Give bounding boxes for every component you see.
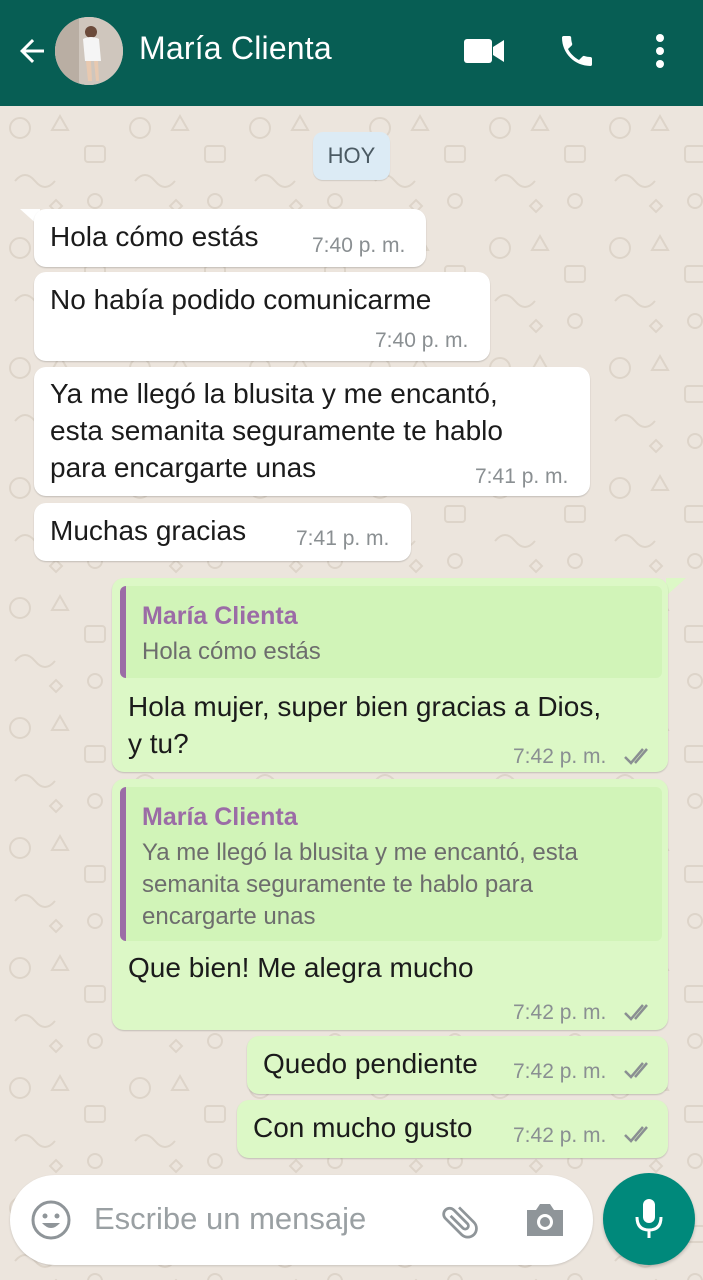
message-time: 7:42 p. m. (513, 745, 607, 768)
quoted-sender: María Clienta (142, 602, 298, 630)
quoted-line: encargarte unas (142, 903, 316, 930)
message-time: 7:41 p. m. (475, 465, 569, 488)
message-text: No había podido comunicarme (50, 284, 432, 315)
message-time: 7:40 p. m. (312, 234, 406, 257)
message-line: Hola mujer, super bien gracias a Dios, (128, 691, 602, 722)
quoted-message[interactable]: María Clienta Ya me llegó la blusita y m… (120, 787, 662, 941)
message-time: 7:41 p. m. (296, 527, 390, 550)
bubble-tail (666, 578, 686, 596)
arrow-left-icon[interactable] (14, 33, 50, 69)
chat-header: María Clienta (0, 0, 703, 106)
chat-area[interactable]: HOY Hola cómo estás 7:40 p. m. No había … (0, 106, 703, 1280)
message-line: esta semanita seguramente te hablo (50, 415, 503, 446)
video-call-icon[interactable] (462, 31, 506, 71)
message-incoming[interactable]: No había podido comunicarme 7:40 p. m. (34, 272, 490, 361)
double-check-icon (624, 1126, 648, 1143)
message-text: Hola cómo estás (50, 221, 259, 252)
camera-icon[interactable] (523, 1200, 567, 1240)
message-time: 7:42 p. m. (513, 1001, 607, 1024)
paperclip-icon[interactable] (438, 1200, 482, 1244)
message-incoming[interactable]: Muchas gracias 7:41 p. m. (34, 503, 411, 561)
double-check-icon (624, 1004, 648, 1021)
message-incoming[interactable]: Ya me llegó la blusita y me encantó, est… (34, 367, 590, 496)
microphone-icon (635, 1199, 663, 1238)
contact-avatar[interactable] (55, 17, 123, 85)
quoted-message[interactable]: María Clienta Hola cómo estás (120, 586, 662, 678)
contact-name[interactable]: María Clienta (139, 30, 332, 67)
message-incoming[interactable]: Hola cómo estás 7:40 p. m. (34, 209, 426, 267)
quoted-line: semanita seguramente te hablo para (142, 871, 533, 898)
message-outgoing[interactable]: Con mucho gusto 7:42 p. m. (237, 1100, 668, 1158)
message-outgoing[interactable]: María Clienta Ya me llegó la blusita y m… (112, 779, 668, 1030)
quoted-sender: María Clienta (142, 803, 298, 831)
message-text: Muchas gracias (50, 515, 247, 546)
message-time: 7:42 p. m. (513, 1060, 607, 1083)
message-time: 7:42 p. m. (513, 1124, 607, 1147)
message-composer[interactable]: Escribe un mensaje (10, 1175, 593, 1265)
double-check-icon (624, 1062, 648, 1079)
message-time: 7:40 p. m. (375, 329, 469, 352)
date-divider: HOY (313, 132, 390, 180)
voice-call-icon[interactable] (557, 31, 597, 71)
message-text: Quedo pendiente (263, 1048, 478, 1079)
quoted-text: Hola cómo estás (142, 638, 321, 665)
message-outgoing[interactable]: María Clienta Hola cómo estás Hola mujer… (112, 578, 668, 772)
double-check-icon (624, 748, 648, 765)
microphone-button[interactable] (603, 1173, 695, 1265)
quoted-line: Ya me llegó la blusita y me encantó, est… (142, 839, 578, 866)
message-text: Con mucho gusto (253, 1112, 473, 1143)
message-input[interactable]: Escribe un mensaje (94, 1201, 366, 1237)
message-text: Que bien! Me alegra mucho (128, 952, 474, 983)
message-line: para encargarte unas (50, 452, 317, 483)
message-outgoing[interactable]: Quedo pendiente 7:42 p. m. (247, 1036, 668, 1094)
emoji-icon[interactable] (30, 1199, 72, 1241)
more-vert-icon[interactable] (645, 31, 675, 71)
message-line: Ya me llegó la blusita y me encantó, (50, 378, 498, 409)
message-line: y tu? (128, 728, 189, 759)
